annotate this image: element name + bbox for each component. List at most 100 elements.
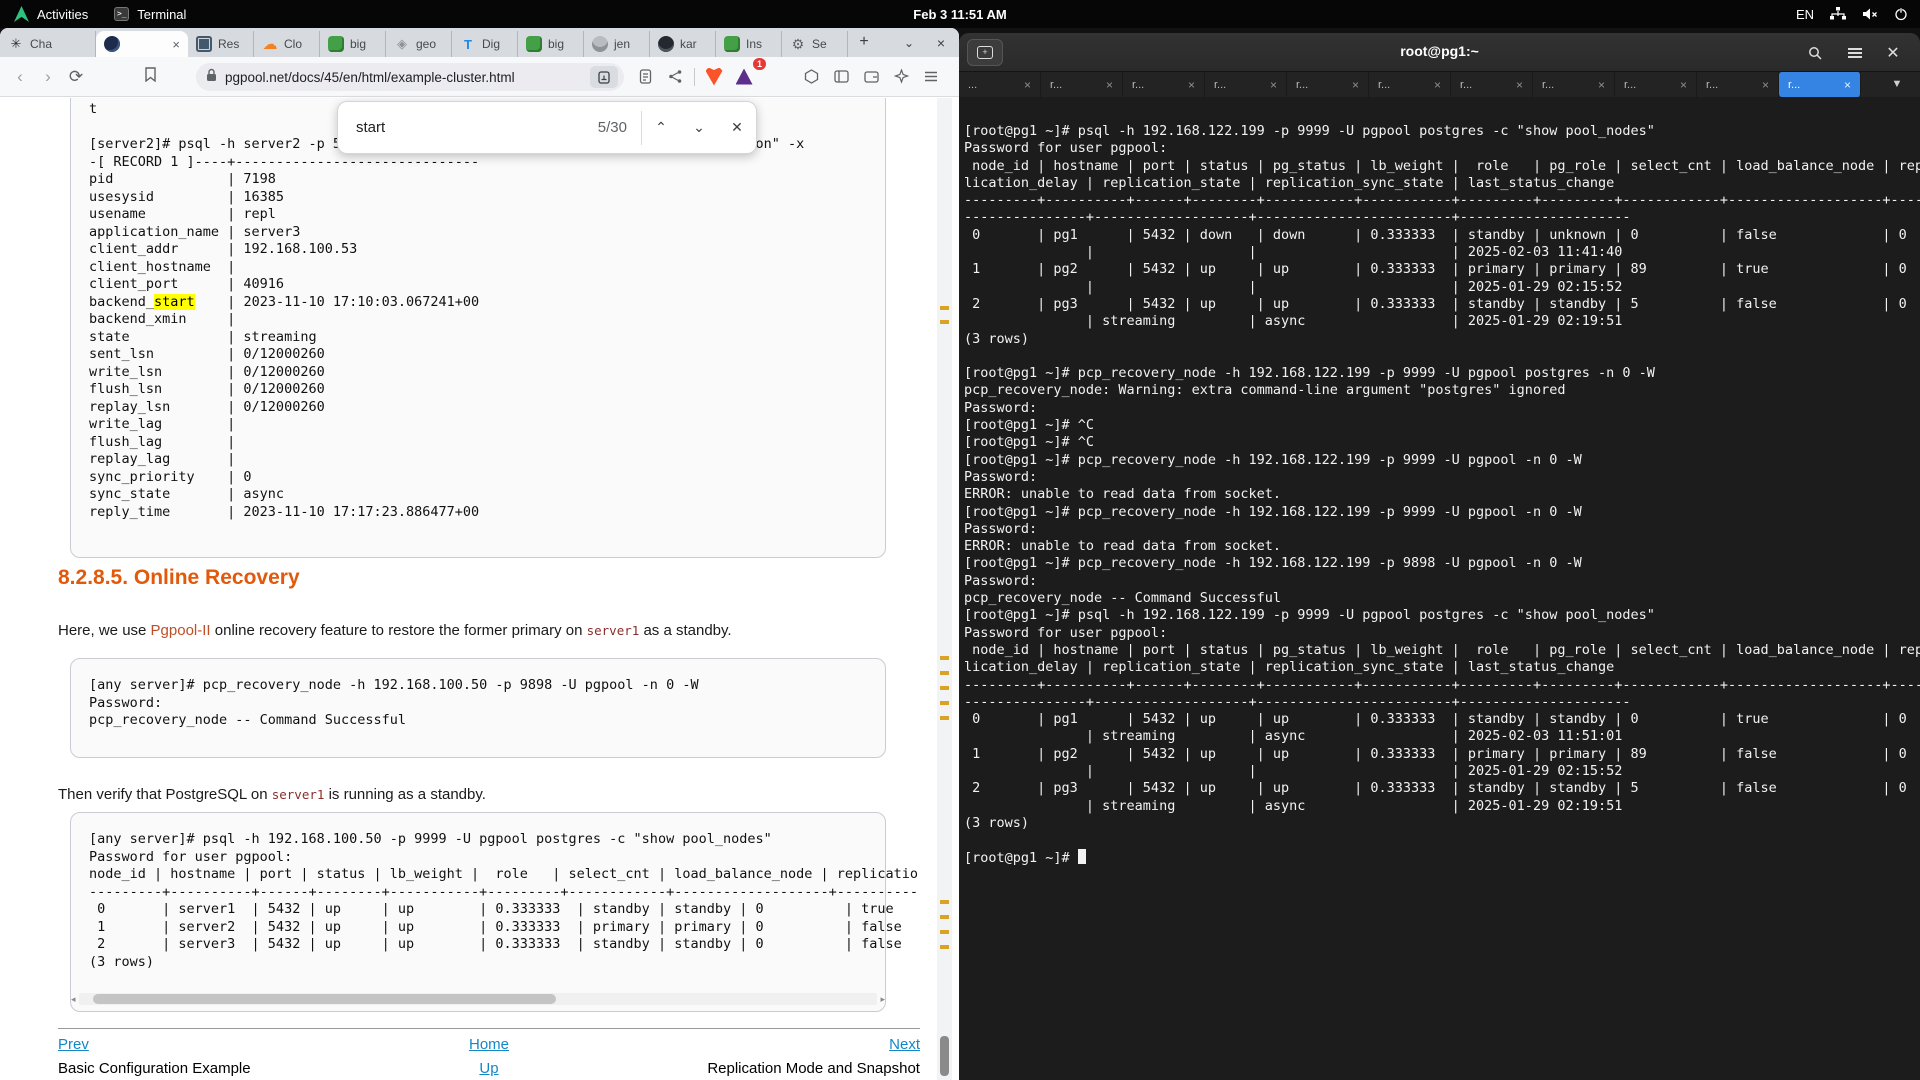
share-icon[interactable] bbox=[660, 63, 690, 91]
terminal-tab[interactable]: r... × bbox=[1123, 72, 1205, 97]
scroll-left-arrow-icon[interactable]: ◂ bbox=[71, 993, 76, 1005]
terminal-tab-close-icon[interactable]: × bbox=[1352, 78, 1359, 92]
browser-tab[interactable]: Res bbox=[188, 31, 254, 57]
find-highlight: start bbox=[154, 294, 195, 310]
tab-close-icon[interactable]: × bbox=[172, 37, 180, 52]
browser-tab[interactable]: Se bbox=[782, 31, 848, 57]
inline-code: server1 bbox=[272, 787, 325, 802]
new-tab-button[interactable]: + bbox=[852, 32, 876, 54]
tab-label: Ins bbox=[746, 37, 762, 51]
terminal-tab-label: r... bbox=[1050, 79, 1062, 91]
pgpool-link[interactable]: Pgpool-II bbox=[151, 622, 211, 639]
inline-code: server1 bbox=[587, 623, 640, 638]
terminal-tab[interactable]: r... × bbox=[1369, 72, 1451, 97]
terminal-tab-close-icon[interactable]: × bbox=[1762, 78, 1769, 92]
terminal-tab-close-icon[interactable]: × bbox=[1188, 78, 1195, 92]
vertical-scroll-thumb[interactable] bbox=[940, 1036, 949, 1076]
terminal-tab-close-icon[interactable]: × bbox=[1680, 78, 1687, 92]
forward-button[interactable]: › bbox=[34, 67, 62, 87]
horizontal-scrollbar[interactable]: ◂ ▸ bbox=[79, 993, 877, 1005]
menu-icon[interactable] bbox=[916, 63, 946, 91]
tab-list-chevron-icon[interactable]: ⌄ bbox=[898, 32, 920, 54]
browser-tab[interactable]: Cha bbox=[0, 31, 96, 57]
terminal-tab-label: r... bbox=[1788, 79, 1800, 91]
terminal-menu-icon[interactable] bbox=[1842, 40, 1868, 66]
terminal-tab-close-icon[interactable]: × bbox=[1598, 78, 1605, 92]
volume-muted-icon[interactable] bbox=[1862, 7, 1878, 21]
browser-tab[interactable]: kar bbox=[650, 31, 716, 57]
browser-tab[interactable]: Ins bbox=[716, 31, 782, 57]
terminal-tab-close-icon[interactable]: × bbox=[1270, 78, 1277, 92]
terminal-tab-label: r... bbox=[1378, 79, 1390, 91]
url-bar[interactable]: pgpool.net/docs/45/en/html/example-clust… bbox=[196, 63, 624, 91]
brave-shields-icon[interactable] bbox=[699, 63, 729, 91]
terminal-search-icon[interactable] bbox=[1802, 40, 1828, 66]
find-previous-icon[interactable]: ⌃ bbox=[642, 119, 680, 136]
terminal-tab-label: r... bbox=[1706, 79, 1718, 91]
leo-ai-icon[interactable] bbox=[886, 63, 916, 91]
find-next-icon[interactable]: ⌄ bbox=[680, 119, 718, 136]
terminal-close-icon[interactable]: ✕ bbox=[1880, 40, 1906, 66]
code-text: [any server]# psql -h 192.168.100.50 -p … bbox=[71, 813, 885, 971]
keyboard-layout[interactable]: EN bbox=[1796, 7, 1814, 22]
terminal-tab[interactable]: r... × bbox=[1533, 72, 1615, 97]
tab-label: kar bbox=[680, 37, 697, 51]
reader-mode-icon[interactable] bbox=[590, 66, 618, 88]
terminal-tab[interactable]: r... × bbox=[1205, 72, 1287, 97]
back-button[interactable]: ‹ bbox=[6, 67, 34, 87]
terminal-tab-close-icon[interactable]: × bbox=[1844, 78, 1851, 92]
terminal-tab[interactable]: r... × bbox=[1615, 72, 1697, 97]
toolbar-divider bbox=[694, 68, 695, 86]
extension-a-icon[interactable]: 1 bbox=[729, 63, 759, 91]
extensions-icon[interactable] bbox=[796, 63, 826, 91]
terminal-tab[interactable]: r... × bbox=[1779, 72, 1861, 97]
browser-tab[interactable]: big bbox=[320, 31, 386, 57]
terminal-tab-overflow-chevron-icon[interactable]: ▼ bbox=[1884, 74, 1910, 95]
terminal-tab-close-icon[interactable]: × bbox=[1434, 78, 1441, 92]
up-link[interactable]: Up bbox=[479, 1060, 498, 1077]
tab-label: big bbox=[350, 37, 366, 51]
browser-tab[interactable]: jen bbox=[584, 31, 650, 57]
find-bar: start 5/30 ⌃ ⌄ ✕ bbox=[337, 101, 757, 154]
activities-button[interactable]: Activities bbox=[14, 6, 88, 22]
terminal-tab[interactable]: ... × bbox=[959, 72, 1041, 97]
reload-button[interactable]: ⟳ bbox=[62, 67, 90, 87]
horizontal-scroll-thumb[interactable] bbox=[93, 994, 556, 1004]
terminal-tab-close-icon[interactable]: × bbox=[1106, 78, 1113, 92]
terminal-tab[interactable]: r... × bbox=[1697, 72, 1779, 97]
bookmark-icon[interactable] bbox=[136, 67, 164, 87]
find-close-icon[interactable]: ✕ bbox=[718, 119, 756, 136]
vertical-scrollbar[interactable] bbox=[937, 98, 952, 1080]
prev-link[interactable]: Prev bbox=[58, 1036, 89, 1053]
browser-tab[interactable]: Dig bbox=[452, 31, 518, 57]
home-link[interactable]: Home bbox=[469, 1036, 509, 1053]
power-icon[interactable] bbox=[1894, 7, 1908, 21]
browser-tab[interactable]: × bbox=[96, 31, 188, 57]
network-icon[interactable] bbox=[1830, 7, 1846, 21]
terminal-output: [root@pg1 ~]# psql -h 192.168.122.199 -p… bbox=[959, 97, 1920, 868]
terminal-screen[interactable]: [root@pg1 ~]# psql -h 192.168.122.199 -p… bbox=[959, 97, 1920, 1080]
sidebar-icon[interactable] bbox=[826, 63, 856, 91]
browser-tab[interactable]: Clo bbox=[254, 31, 320, 57]
wallet-icon[interactable] bbox=[856, 63, 886, 91]
section-heading: 8.2.8.5. Online Recovery bbox=[58, 566, 300, 590]
terminal-tab-close-icon[interactable]: × bbox=[1024, 78, 1031, 92]
browser-tab[interactable]: big bbox=[518, 31, 584, 57]
browser-close-button[interactable]: × bbox=[930, 32, 952, 54]
clock[interactable]: Feb 3 11:51 AM bbox=[913, 7, 1006, 22]
terminal-tab-label: r... bbox=[1214, 79, 1226, 91]
terminal-tab[interactable]: r... × bbox=[1287, 72, 1369, 97]
distro-logo-icon bbox=[14, 6, 29, 22]
terminal-tab-close-icon[interactable]: × bbox=[1516, 78, 1523, 92]
browser-tab[interactable]: geo bbox=[386, 31, 452, 57]
find-input[interactable]: start bbox=[356, 119, 598, 136]
reading-list-icon[interactable] bbox=[630, 63, 660, 91]
tab-favicon bbox=[790, 36, 806, 52]
url-text: pgpool.net/docs/45/en/html/example-clust… bbox=[225, 70, 590, 85]
next-link[interactable]: Next bbox=[889, 1036, 920, 1053]
terminal-tab[interactable]: r... × bbox=[1041, 72, 1123, 97]
gnome-top-bar: Activities >_ Terminal Feb 3 11:51 AM EN bbox=[0, 0, 1920, 28]
scroll-right-arrow-icon[interactable]: ▸ bbox=[880, 993, 885, 1005]
terminal-tab[interactable]: r... × bbox=[1451, 72, 1533, 97]
focused-app-menu[interactable]: >_ Terminal bbox=[114, 7, 186, 22]
